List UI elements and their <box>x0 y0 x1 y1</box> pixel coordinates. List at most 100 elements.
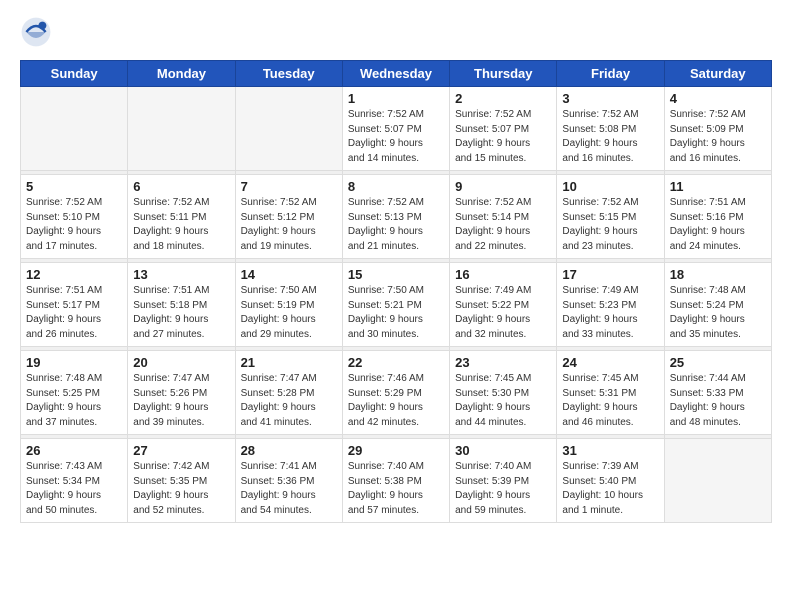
day-number: 19 <box>26 355 122 370</box>
calendar-cell: 19 Sunrise: 7:48 AM Sunset: 5:25 PM Dayli… <box>21 351 128 435</box>
day-number: 11 <box>670 179 766 194</box>
calendar-cell: 7 Sunrise: 7:52 AM Sunset: 5:12 PM Daylig… <box>235 175 342 259</box>
calendar-cell: 21 Sunrise: 7:47 AM Sunset: 5:28 PM Dayli… <box>235 351 342 435</box>
calendar-cell: 27 Sunrise: 7:42 AM Sunset: 5:35 PM Dayli… <box>128 439 235 523</box>
day-number: 12 <box>26 267 122 282</box>
calendar-cell: 3 Sunrise: 7:52 AM Sunset: 5:08 PM Daylig… <box>557 87 664 171</box>
day-info: Sunrise: 7:44 AM Sunset: 5:33 PM Dayligh… <box>670 372 766 430</box>
calendar-table: SundayMondayTuesdayWednesdayThursdayFrid… <box>20 60 772 523</box>
logo <box>20 16 58 48</box>
day-info: Sunrise: 7:43 AM Sunset: 5:34 PM Dayligh… <box>26 460 122 518</box>
logo-icon <box>20 16 52 48</box>
calendar-cell: 9 Sunrise: 7:52 AM Sunset: 5:14 PM Daylig… <box>450 175 557 259</box>
day-info: Sunrise: 7:40 AM Sunset: 5:38 PM Dayligh… <box>348 460 444 518</box>
day-info: Sunrise: 7:52 AM Sunset: 5:08 PM Dayligh… <box>562 108 658 166</box>
day-info: Sunrise: 7:51 AM Sunset: 5:18 PM Dayligh… <box>133 284 229 342</box>
calendar-cell: 10Sunrise: 7:52 AM Sunset: 5:15 PM Dayli… <box>557 175 664 259</box>
calendar-cell: 8 Sunrise: 7:52 AM Sunset: 5:13 PM Daylig… <box>342 175 449 259</box>
day-number: 4 <box>670 91 766 106</box>
calendar-cell: 11Sunrise: 7:51 AM Sunset: 5:16 PM Dayli… <box>664 175 771 259</box>
calendar-cell: 24 Sunrise: 7:45 AM Sunset: 5:31 PM Dayli… <box>557 351 664 435</box>
day-header-monday: Monday <box>128 61 235 87</box>
calendar-cell: 31 Sunrise: 7:39 AM Sunset: 5:40 PM Dayli… <box>557 439 664 523</box>
day-info: Sunrise: 7:48 AM Sunset: 5:24 PM Dayligh… <box>670 284 766 342</box>
day-info: Sunrise: 7:39 AM Sunset: 5:40 PM Dayligh… <box>562 460 658 518</box>
day-info: Sunrise: 7:52 AM Sunset: 5:14 PM Dayligh… <box>455 196 551 254</box>
calendar-cell: 12 Sunrise: 7:51 AM Sunset: 5:17 PM Dayli… <box>21 263 128 347</box>
calendar-cell: 18 Sunrise: 7:48 AM Sunset: 5:24 PM Dayli… <box>664 263 771 347</box>
calendar-cell: 14 Sunrise: 7:50 AM Sunset: 5:19 PM Dayli… <box>235 263 342 347</box>
day-number: 13 <box>133 267 229 282</box>
day-info: Sunrise: 7:52 AM Sunset: 5:07 PM Dayligh… <box>348 108 444 166</box>
calendar-week-row: 12 Sunrise: 7:51 AM Sunset: 5:17 PM Dayli… <box>21 263 772 347</box>
day-number: 3 <box>562 91 658 106</box>
day-number: 2 <box>455 91 551 106</box>
calendar-cell <box>235 87 342 171</box>
day-number: 15 <box>348 267 444 282</box>
calendar-cell: 5Sunrise: 7:52 AM Sunset: 5:10 PM Daylig… <box>21 175 128 259</box>
day-number: 7 <box>241 179 337 194</box>
calendar-cell: 23Sunrise: 7:45 AM Sunset: 5:30 PM Dayli… <box>450 351 557 435</box>
calendar-cell: 17 Sunrise: 7:49 AM Sunset: 5:23 PM Dayli… <box>557 263 664 347</box>
day-number: 18 <box>670 267 766 282</box>
day-number: 23 <box>455 355 551 370</box>
day-number: 8 <box>348 179 444 194</box>
day-number: 27 <box>133 443 229 458</box>
day-info: Sunrise: 7:49 AM Sunset: 5:23 PM Dayligh… <box>562 284 658 342</box>
calendar-week-row: 19 Sunrise: 7:48 AM Sunset: 5:25 PM Dayli… <box>21 351 772 435</box>
day-info: Sunrise: 7:50 AM Sunset: 5:19 PM Dayligh… <box>241 284 337 342</box>
day-number: 1 <box>348 91 444 106</box>
day-info: Sunrise: 7:47 AM Sunset: 5:28 PM Dayligh… <box>241 372 337 430</box>
calendar-cell: 13 Sunrise: 7:51 AM Sunset: 5:18 PM Dayli… <box>128 263 235 347</box>
calendar-cell: 28 Sunrise: 7:41 AM Sunset: 5:36 PM Dayli… <box>235 439 342 523</box>
calendar-cell <box>128 87 235 171</box>
day-number: 31 <box>562 443 658 458</box>
calendar-cell: 16 Sunrise: 7:49 AM Sunset: 5:22 PM Dayli… <box>450 263 557 347</box>
page-header <box>20 16 772 48</box>
calendar-cell: 4 Sunrise: 7:52 AM Sunset: 5:09 PM Daylig… <box>664 87 771 171</box>
day-number: 28 <box>241 443 337 458</box>
calendar-cell: 15 Sunrise: 7:50 AM Sunset: 5:21 PM Dayli… <box>342 263 449 347</box>
day-info: Sunrise: 7:42 AM Sunset: 5:35 PM Dayligh… <box>133 460 229 518</box>
day-number: 21 <box>241 355 337 370</box>
day-info: Sunrise: 7:52 AM Sunset: 5:07 PM Dayligh… <box>455 108 551 166</box>
day-number: 22 <box>348 355 444 370</box>
calendar-cell: 26Sunrise: 7:43 AM Sunset: 5:34 PM Dayli… <box>21 439 128 523</box>
day-header-friday: Friday <box>557 61 664 87</box>
day-number: 30 <box>455 443 551 458</box>
day-header-tuesday: Tuesday <box>235 61 342 87</box>
day-number: 20 <box>133 355 229 370</box>
day-info: Sunrise: 7:40 AM Sunset: 5:39 PM Dayligh… <box>455 460 551 518</box>
calendar-cell: 22 Sunrise: 7:46 AM Sunset: 5:29 PM Dayli… <box>342 351 449 435</box>
day-info: Sunrise: 7:48 AM Sunset: 5:25 PM Dayligh… <box>26 372 122 430</box>
calendar-cell: 25Sunrise: 7:44 AM Sunset: 5:33 PM Dayli… <box>664 351 771 435</box>
day-info: Sunrise: 7:50 AM Sunset: 5:21 PM Dayligh… <box>348 284 444 342</box>
day-number: 14 <box>241 267 337 282</box>
day-info: Sunrise: 7:47 AM Sunset: 5:26 PM Dayligh… <box>133 372 229 430</box>
calendar-cell: 1 Sunrise: 7:52 AM Sunset: 5:07 PM Daylig… <box>342 87 449 171</box>
calendar-cell: 20 Sunrise: 7:47 AM Sunset: 5:26 PM Dayli… <box>128 351 235 435</box>
day-info: Sunrise: 7:51 AM Sunset: 5:17 PM Dayligh… <box>26 284 122 342</box>
calendar-cell: 30 Sunrise: 7:40 AM Sunset: 5:39 PM Dayli… <box>450 439 557 523</box>
calendar-cell <box>664 439 771 523</box>
day-info: Sunrise: 7:46 AM Sunset: 5:29 PM Dayligh… <box>348 372 444 430</box>
day-number: 29 <box>348 443 444 458</box>
day-header-sunday: Sunday <box>21 61 128 87</box>
day-info: Sunrise: 7:41 AM Sunset: 5:36 PM Dayligh… <box>241 460 337 518</box>
day-info: Sunrise: 7:52 AM Sunset: 5:09 PM Dayligh… <box>670 108 766 166</box>
day-number: 10 <box>562 179 658 194</box>
day-number: 24 <box>562 355 658 370</box>
day-info: Sunrise: 7:45 AM Sunset: 5:31 PM Dayligh… <box>562 372 658 430</box>
calendar-cell: 2 Sunrise: 7:52 AM Sunset: 5:07 PM Daylig… <box>450 87 557 171</box>
calendar-week-row: 26Sunrise: 7:43 AM Sunset: 5:34 PM Dayli… <box>21 439 772 523</box>
day-number: 9 <box>455 179 551 194</box>
day-number: 17 <box>562 267 658 282</box>
day-info: Sunrise: 7:52 AM Sunset: 5:13 PM Dayligh… <box>348 196 444 254</box>
calendar-week-row: 5Sunrise: 7:52 AM Sunset: 5:10 PM Daylig… <box>21 175 772 259</box>
day-info: Sunrise: 7:52 AM Sunset: 5:10 PM Dayligh… <box>26 196 122 254</box>
day-info: Sunrise: 7:52 AM Sunset: 5:11 PM Dayligh… <box>133 196 229 254</box>
calendar-header-row: SundayMondayTuesdayWednesdayThursdayFrid… <box>21 61 772 87</box>
day-info: Sunrise: 7:49 AM Sunset: 5:22 PM Dayligh… <box>455 284 551 342</box>
day-info: Sunrise: 7:52 AM Sunset: 5:12 PM Dayligh… <box>241 196 337 254</box>
day-number: 16 <box>455 267 551 282</box>
